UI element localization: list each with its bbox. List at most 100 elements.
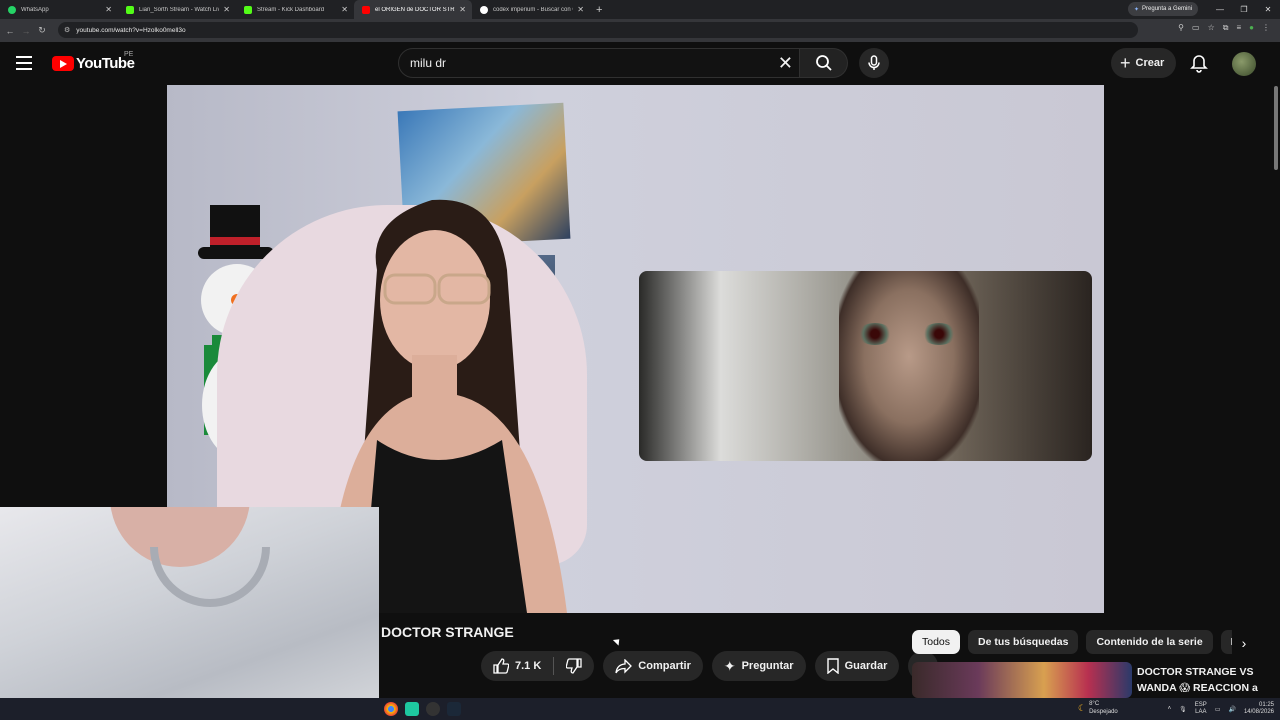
tab-kick-stream[interactable]: Lian_Sorth Stream - Watch Live ✕: [118, 0, 236, 19]
network-icon[interactable]: ▭: [1215, 706, 1221, 713]
share-icon: [615, 658, 633, 674]
whatsapp-icon: [8, 5, 16, 14]
share-button[interactable]: Compartir: [603, 651, 703, 681]
extensions-icon[interactable]: ⧉: [1223, 23, 1229, 33]
cast-icon[interactable]: ▭: [1192, 23, 1200, 33]
plus-icon: +: [1120, 53, 1131, 73]
villain-face: [839, 271, 979, 461]
save-label: Guardar: [844, 660, 888, 672]
weather-label: Despejado: [1089, 709, 1118, 715]
back-icon[interactable]: ←: [2, 26, 18, 36]
window-controls: — ❐ ✕: [1208, 0, 1280, 19]
notifications-bell-icon[interactable]: [1190, 54, 1208, 78]
obs-studio-icon[interactable]: [426, 702, 440, 716]
menu-icon[interactable]: ⋮: [1262, 23, 1270, 33]
close-tab-icon[interactable]: ✕: [577, 5, 584, 14]
toolbar-icons: ⚲ ▭ ☆ ⧉ ≡ ● ⋮: [1178, 23, 1270, 33]
villain-eye: [921, 323, 957, 345]
profile-icon[interactable]: ●: [1249, 23, 1254, 33]
language-indicator[interactable]: ESP LAA: [1195, 702, 1207, 716]
chevron-right-icon[interactable]: ›: [1232, 630, 1256, 655]
tab-title: el ORIGEN de DOCTOR STR: [375, 6, 455, 13]
tab-google-search[interactable]: codex imperium - Buscar con G ✕: [472, 0, 590, 19]
voice-search-button[interactable]: [859, 48, 889, 78]
like-dislike-group: 7.1 K: [481, 651, 595, 681]
gemini-label: Pregunta a Gemini: [1142, 6, 1193, 12]
country-code: PE: [124, 51, 134, 58]
recommendation-thumbnail[interactable]: [912, 662, 1132, 698]
tab-whatsapp[interactable]: WhatsApp ✕: [0, 0, 118, 19]
tab-kick-dashboard[interactable]: Stream - Kick Dashboard ✕: [236, 0, 354, 19]
video-actions: 7.1 K Compartir ✦ Preguntar Guardar ···: [481, 651, 939, 681]
browser-tab-strip: WhatsApp ✕ Lian_Sorth Stream - Watch Liv…: [0, 0, 1280, 19]
restore-icon[interactable]: ❐: [1232, 0, 1256, 19]
reload-icon[interactable]: ↻: [34, 25, 50, 36]
youtube-header: YouTube PE milu dr ✕ + Crear: [0, 42, 1280, 85]
like-count: 7.1 K: [515, 660, 542, 672]
search-icon: [815, 55, 832, 71]
close-tab-icon[interactable]: ✕: [223, 5, 230, 14]
close-tab-icon[interactable]: ✕: [341, 5, 348, 14]
lang-sub: LAA: [1195, 709, 1207, 715]
like-button[interactable]: 7.1 K: [481, 651, 553, 681]
obs-app-icon[interactable]: [405, 702, 419, 716]
webcam-shirt-collar: [150, 547, 270, 607]
tab-title: Lian_Sorth Stream - Watch Live: [139, 6, 220, 13]
minimize-icon[interactable]: —: [1208, 0, 1232, 19]
bookmark-star-icon[interactable]: ☆: [1208, 23, 1215, 33]
save-button[interactable]: Guardar: [814, 651, 900, 681]
date: 14/08/2026: [1243, 709, 1274, 715]
new-tab-button[interactable]: +: [596, 4, 602, 16]
movie-clip-overlay: [639, 271, 1092, 461]
youtube-logo[interactable]: YouTube PE: [52, 51, 135, 72]
forward-icon[interactable]: →: [18, 26, 34, 36]
menu-hamburger-icon[interactable]: [16, 56, 32, 70]
chrome-icon[interactable]: [384, 702, 398, 716]
recommendation-title[interactable]: DOCTOR STRANGE VS WANDA 😱 REACCION a DOC…: [1137, 664, 1277, 696]
address-bar-row: ← → ↻ ⚙ youtube.com/watch?v=Hzolko0mell3…: [0, 19, 1280, 42]
youtube-play-icon: [52, 56, 74, 71]
account-avatar[interactable]: [1232, 52, 1256, 76]
chip-from-channel[interactable]: De: [1220, 630, 1232, 654]
chip-all[interactable]: Todos: [912, 630, 961, 654]
steam-icon[interactable]: [447, 702, 461, 716]
tab-title: WhatsApp: [21, 6, 49, 13]
google-icon: [480, 5, 488, 14]
chip-series-content[interactable]: Contenido de la serie: [1086, 630, 1213, 654]
media-icon[interactable]: ≡: [1236, 23, 1241, 33]
chip-from-searches[interactable]: De tus búsquedas: [968, 630, 1079, 654]
tab-title: Stream - Kick Dashboard: [257, 6, 325, 13]
tab-youtube-video[interactable]: el ORIGEN de DOCTOR STR ✕: [354, 0, 472, 19]
share-label: Compartir: [638, 660, 691, 672]
search-button[interactable]: [800, 48, 848, 78]
clock[interactable]: 01:25 14/08/2026: [1244, 702, 1274, 716]
zoom-icon[interactable]: ⚲: [1178, 23, 1184, 33]
youtube-icon: [362, 5, 370, 14]
system-tray: ˄ 🎙 ESP LAA ▭ 🔊 01:25 14/08/2026: [1168, 698, 1274, 720]
gemini-button[interactable]: ✦ Pregunta a Gemini: [1128, 2, 1199, 16]
lang: ESP: [1194, 702, 1207, 708]
temperature: 8°C: [1089, 701, 1100, 707]
thumbs-up-icon: [493, 658, 509, 674]
volume-icon[interactable]: 🔊: [1228, 706, 1235, 713]
page-scrollbar[interactable]: [1274, 86, 1278, 170]
close-tab-icon[interactable]: ✕: [459, 5, 466, 14]
mic-tray-icon[interactable]: 🎙: [1179, 706, 1187, 713]
url-field[interactable]: ⚙ youtube.com/watch?v=Hzolko0mell3o: [58, 22, 1138, 38]
create-button[interactable]: + Crear: [1111, 48, 1177, 78]
ask-button[interactable]: ✦ Preguntar: [711, 651, 806, 681]
clear-search-icon[interactable]: ✕: [778, 53, 793, 74]
close-window-icon[interactable]: ✕: [1256, 0, 1280, 19]
site-info-icon[interactable]: ⚙: [64, 26, 70, 34]
dislike-button[interactable]: [554, 651, 594, 681]
gemini-icon: ✦: [1134, 6, 1140, 13]
ask-label: Preguntar: [741, 660, 794, 672]
webcam-overlay: [0, 507, 379, 720]
time: 01:25: [1258, 702, 1274, 708]
weather-widget[interactable]: ☾ 8°C Despejado: [1078, 700, 1118, 716]
filter-chips: Todos De tus búsquedas Contenido de la s…: [912, 630, 1232, 655]
chevron-up-icon[interactable]: ˄: [1168, 706, 1172, 712]
search-input[interactable]: milu dr ✕: [398, 48, 800, 78]
mouse-cursor-icon: [612, 636, 623, 646]
close-tab-icon[interactable]: ✕: [105, 5, 112, 14]
